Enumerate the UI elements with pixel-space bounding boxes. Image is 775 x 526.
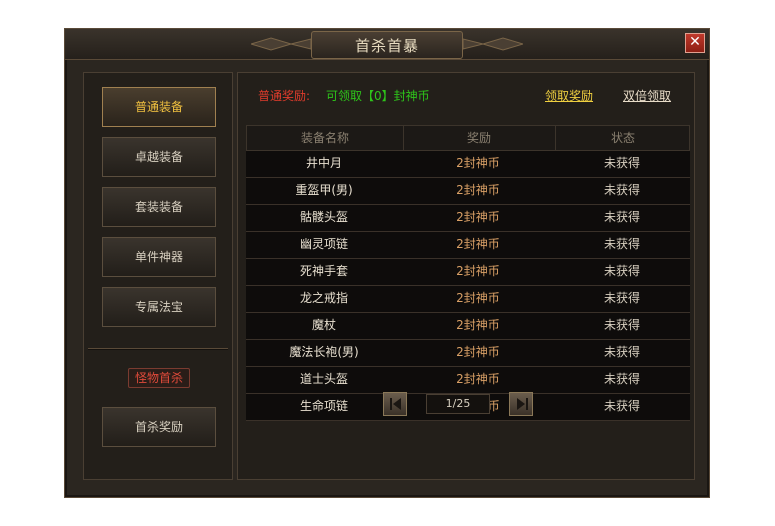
sidebar-item-single-artifact[interactable]: 单件神器 bbox=[102, 237, 216, 277]
row-reward: 2封神币 bbox=[456, 291, 500, 305]
row-status: 未获得 bbox=[603, 210, 640, 224]
table-row: 骷髅头盔 2封神币 未获得 bbox=[246, 205, 690, 232]
row-reward: 2封神币 bbox=[456, 210, 500, 224]
row-reward: 2封神币 bbox=[456, 237, 500, 251]
row-reward: 2封神币 bbox=[456, 318, 500, 332]
row-reward: 2封神币 bbox=[456, 264, 500, 278]
equipment-table: 装备名称 奖励 状态 井中月 2封神币 未获得 重盔甲(男) 2封神币 未获得 … bbox=[246, 125, 690, 421]
title-bar: 首杀首暴 ✕ bbox=[65, 29, 709, 60]
table-row: 幽灵项链 2封神币 未获得 bbox=[246, 232, 690, 259]
next-page-button[interactable] bbox=[509, 392, 533, 416]
row-reward: 2封神币 bbox=[456, 345, 500, 359]
title-ornament-left-icon bbox=[251, 37, 311, 51]
row-reward: 2封神币 bbox=[456, 372, 500, 386]
row-reward: 2封神币 bbox=[456, 156, 500, 170]
first-kill-window: 首杀首暴 ✕ 普通装备 卓越装备 套装装备 单件神器 专属法宝 怪物首杀 首杀奖… bbox=[64, 28, 710, 498]
table-header: 装备名称 奖励 状态 bbox=[246, 125, 690, 151]
row-status: 未获得 bbox=[603, 237, 640, 251]
row-equipment-name: 骷髅头盔 bbox=[299, 210, 348, 224]
table-row: 死神手套 2封神币 未获得 bbox=[246, 259, 690, 286]
arrow-left-icon bbox=[390, 398, 401, 410]
row-status: 未获得 bbox=[603, 372, 640, 386]
row-equipment-name: 井中月 bbox=[305, 156, 342, 170]
header-status: 状态 bbox=[610, 131, 635, 145]
table-row: 魔法长袍(男) 2封神币 未获得 bbox=[246, 340, 690, 367]
sidebar: 普通装备 卓越装备 套装装备 单件神器 专属法宝 怪物首杀 首杀奖励 bbox=[83, 72, 233, 480]
claim-reward-link[interactable]: 领取奖励 bbox=[545, 87, 593, 104]
prev-page-button[interactable] bbox=[383, 392, 407, 416]
reward-value: 可领取【0】封神币 bbox=[326, 89, 430, 103]
row-equipment-name: 死神手套 bbox=[299, 264, 348, 278]
table-row: 井中月 2封神币 未获得 bbox=[246, 151, 690, 178]
row-equipment-name: 幽灵项链 bbox=[299, 237, 348, 251]
row-equipment-name: 龙之戒指 bbox=[299, 291, 348, 305]
main-panel: 普通奖励: 可领取【0】封神币 领取奖励 双倍领取 装备名称 奖励 状态 井中月… bbox=[237, 72, 695, 480]
title-plate: 首杀首暴 bbox=[311, 31, 463, 59]
sidebar-item-excellent-equipment[interactable]: 卓越装备 bbox=[102, 137, 216, 177]
sidebar-item-set-equipment[interactable]: 套装装备 bbox=[102, 187, 216, 227]
row-equipment-name: 魔杖 bbox=[311, 318, 336, 332]
monster-first-kill-badge[interactable]: 怪物首杀 bbox=[128, 368, 190, 388]
row-equipment-name: 重盔甲(男) bbox=[295, 183, 353, 197]
sidebar-divider bbox=[88, 348, 228, 350]
table-row: 重盔甲(男) 2封神币 未获得 bbox=[246, 178, 690, 205]
reward-bar: 普通奖励: 可领取【0】封神币 领取奖励 双倍领取 bbox=[246, 79, 686, 109]
reward-label: 普通奖励: bbox=[258, 89, 311, 103]
row-status: 未获得 bbox=[603, 156, 640, 170]
row-equipment-name: 道士头盔 bbox=[299, 372, 348, 386]
title-ornament-right-icon bbox=[463, 37, 523, 51]
double-claim-link[interactable]: 双倍领取 bbox=[623, 87, 671, 104]
header-reward: 奖励 bbox=[403, 126, 556, 150]
close-button[interactable]: ✕ bbox=[685, 33, 705, 53]
sidebar-item-exclusive-treasure[interactable]: 专属法宝 bbox=[102, 287, 216, 327]
sidebar-item-normal-equipment[interactable]: 普通装备 bbox=[102, 87, 216, 127]
row-status: 未获得 bbox=[603, 345, 640, 359]
page-indicator: 1/25 bbox=[426, 394, 490, 414]
pagination: 1/25 bbox=[0, 392, 775, 416]
window-title: 首杀首暴 bbox=[354, 37, 419, 55]
row-reward: 2封神币 bbox=[456, 183, 500, 197]
table-row: 道士头盔 2封神币 未获得 bbox=[246, 367, 690, 394]
arrow-right-icon bbox=[517, 398, 528, 410]
row-status: 未获得 bbox=[603, 318, 640, 332]
row-status: 未获得 bbox=[603, 291, 640, 305]
row-status: 未获得 bbox=[603, 264, 640, 278]
row-equipment-name: 魔法长袍(男) bbox=[289, 345, 359, 359]
row-status: 未获得 bbox=[603, 183, 640, 197]
table-row: 龙之戒指 2封神币 未获得 bbox=[246, 286, 690, 313]
table-row: 魔杖 2封神币 未获得 bbox=[246, 313, 690, 340]
header-equipment-name: 装备名称 bbox=[247, 126, 404, 150]
